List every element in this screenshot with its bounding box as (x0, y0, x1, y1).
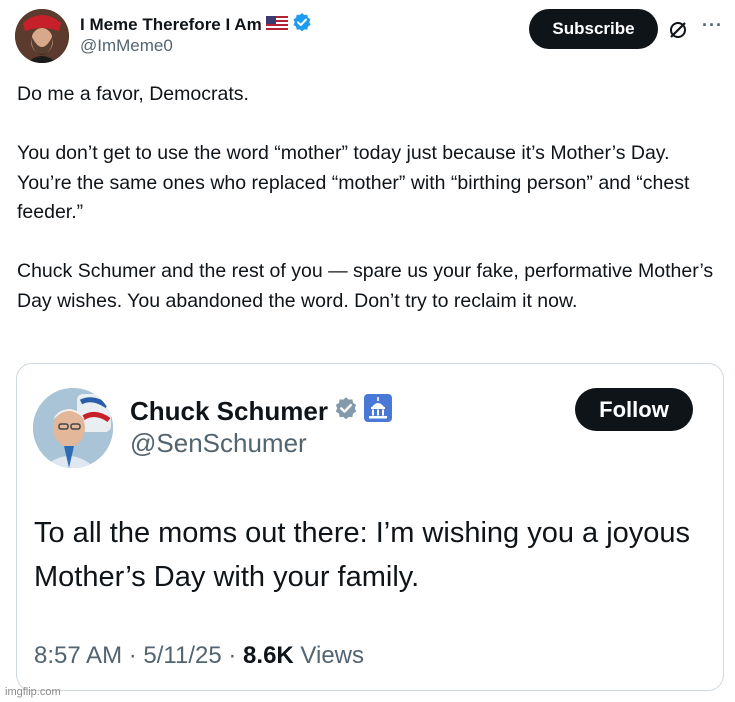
author-avatar[interactable] (15, 9, 69, 63)
views-label: Views (300, 642, 365, 669)
meta-separator: · (128, 642, 137, 669)
us-flag-icon (265, 15, 288, 35)
follow-button[interactable]: Follow (575, 388, 693, 431)
post-paragraph: Do me a favor, Democrats. (17, 83, 249, 105)
post-time[interactable]: 8:57 AM (34, 642, 122, 669)
meta-separator: · (228, 642, 237, 669)
post-paragraph: You don’t get to use the word “mother” t… (17, 142, 690, 223)
author-handle[interactable]: @ImMeme0 (80, 36, 173, 56)
quoted-author-display-name[interactable]: Chuck Schumer (130, 394, 392, 429)
author-display-name[interactable]: I Meme Therefore I Am (80, 12, 312, 37)
author-name-text: I Meme Therefore I Am (80, 14, 262, 34)
post-date[interactable]: 5/11/25 (143, 642, 221, 669)
verified-badge-icon[interactable] (292, 12, 312, 37)
post-text: Do me a favor, Democrats. You don’t get … (17, 80, 722, 316)
watermark-text: imgflip.com (5, 686, 61, 698)
post-paragraph: Chuck Schumer and the rest of you — spar… (17, 260, 714, 312)
government-verified-badge-icon[interactable] (334, 396, 358, 427)
subscribe-button[interactable]: Subscribe (529, 9, 658, 49)
capitol-building-icon (363, 394, 392, 429)
more-options-icon[interactable]: ··· (702, 15, 723, 36)
quoted-author-name-text: Chuck Schumer (130, 396, 328, 426)
quoted-post-metadata: 8:57 AM · 5/11/25 · 8.6K Views (34, 642, 364, 670)
quoted-author-handle[interactable]: @SenSchumer (130, 428, 307, 459)
quoted-post-text: To all the moms out there: I’m wishing y… (34, 517, 691, 593)
views-count: 8.6K (243, 642, 294, 669)
grok-icon[interactable] (668, 20, 688, 40)
quoted-author-avatar[interactable] (33, 388, 113, 468)
